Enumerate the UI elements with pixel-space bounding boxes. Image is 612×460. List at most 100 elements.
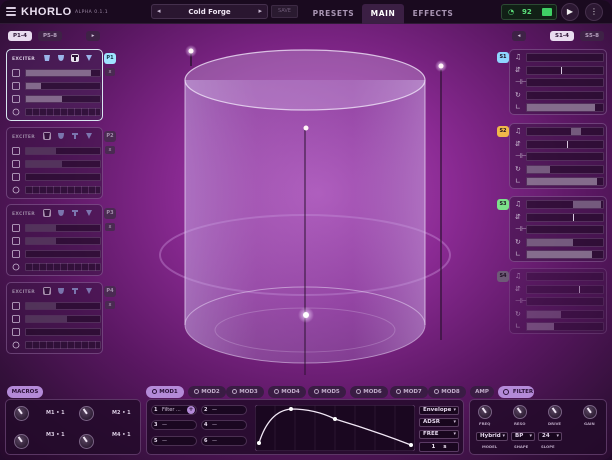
string-4-param-1[interactable] <box>526 272 604 281</box>
string-card-4[interactable]: ♫ ⇵ ⊣⊢ ↻ ∟ <box>509 268 607 334</box>
string-2-param-2[interactable] <box>526 139 604 149</box>
play-button[interactable]: ▶ <box>561 3 579 21</box>
hamburger-menu-icon[interactable] <box>6 7 16 16</box>
mod-tab-7[interactable]: MOD7 <box>390 386 428 398</box>
tab-main[interactable]: MAIN <box>362 4 404 24</box>
tab-s1-4[interactable]: S1-4 <box>550 31 574 41</box>
macro-2-knob[interactable] <box>79 406 94 421</box>
string-card-2[interactable]: ♫ ⇵ ⊣⊢ ↻ ∟ <box>509 123 607 189</box>
string-2-param-3[interactable] <box>526 152 604 161</box>
string-4-param-2[interactable] <box>526 284 604 294</box>
mod-target-slot-6[interactable]: 6— <box>201 436 247 446</box>
string-badge-2[interactable]: S2 <box>497 126 509 137</box>
partial-badge-2[interactable]: P2 <box>104 131 116 142</box>
partial-card-3[interactable]: EXCITER <box>6 204 103 276</box>
cone-shape-icon[interactable] <box>85 54 93 62</box>
bowl-shape-icon[interactable] <box>57 132 65 140</box>
string-1-param-3[interactable] <box>526 78 604 87</box>
mod-target-slot-3[interactable]: 3— <box>151 420 197 430</box>
string-badge-3[interactable]: S3 <box>497 199 509 210</box>
envelope-start-point[interactable] <box>257 441 261 445</box>
string-4-param-4[interactable] <box>526 309 604 319</box>
right-probe-handle[interactable] <box>438 63 444 69</box>
cone-shape-icon[interactable] <box>85 132 93 140</box>
string-2-param-5[interactable] <box>526 177 604 186</box>
filter-model-dropdown[interactable]: Hybrid <box>476 432 508 441</box>
mod-mode-dropdown[interactable]: FREE <box>419 430 459 439</box>
partial-card-1[interactable]: EXCITER <box>6 49 103 121</box>
partial-3-param-2-slider[interactable] <box>25 237 101 245</box>
string-2-param-4[interactable] <box>526 164 604 174</box>
more-options-button[interactable]: ⋮ <box>585 3 603 21</box>
mod-tab-5[interactable]: MOD5 <box>308 386 346 398</box>
bar-shape-icon[interactable] <box>71 287 79 295</box>
partial-2-param-3-slider[interactable] <box>25 173 101 181</box>
partial-1-param-3-slider[interactable] <box>25 95 101 103</box>
strings-prev-button[interactable]: ◂ <box>512 31 526 41</box>
partial-3-param-1-slider[interactable] <box>25 224 101 232</box>
tab-p5-8[interactable]: P5-8 <box>38 31 62 41</box>
string-badge-1[interactable]: S1 <box>497 52 509 63</box>
partial-badge-3[interactable]: P3 <box>104 208 116 219</box>
envelope-attack-point[interactable] <box>289 407 293 411</box>
macro-3-knob[interactable] <box>14 434 29 449</box>
preset-next-icon[interactable]: ▸ <box>258 7 262 15</box>
partial-4-param-3-slider[interactable] <box>25 328 101 336</box>
filter-freq-knob[interactable] <box>478 405 492 419</box>
string-badge-4[interactable]: S4 <box>497 271 509 282</box>
cone-shape-icon[interactable] <box>85 209 93 217</box>
partial-3-param-3-slider[interactable] <box>25 250 101 258</box>
macro-1-knob[interactable] <box>14 406 29 421</box>
string-card-3[interactable]: ♫ ⇵ ⊣⊢ ↻ ∟ <box>509 196 607 262</box>
mod-tab-3[interactable]: MOD3 <box>226 386 264 398</box>
macro-4-knob[interactable] <box>79 434 94 449</box>
string-3-param-3[interactable] <box>526 225 604 234</box>
cone-shape-icon[interactable] <box>85 287 93 295</box>
filter-gain-knob[interactable] <box>583 405 597 419</box>
mod-target-slot-5[interactable]: 5— <box>151 436 197 446</box>
bar-shape-icon[interactable] <box>71 54 79 62</box>
partial-2-step-sequence[interactable] <box>25 186 101 194</box>
left-probe-handle[interactable] <box>188 48 194 54</box>
partial-badge-4[interactable]: P4 <box>104 286 116 297</box>
tab-p1-4[interactable]: P1-4 <box>8 31 32 41</box>
tab-s5-8[interactable]: S5-8 <box>580 31 604 41</box>
partial-card-4[interactable]: EXCITER <box>6 282 103 354</box>
partial-4-param-1-slider[interactable] <box>25 302 101 310</box>
partial-1-param-2-slider[interactable] <box>25 82 101 90</box>
filter-reso-knob[interactable] <box>513 405 527 419</box>
string-1-param-5[interactable] <box>526 103 604 112</box>
partial-badge-1[interactable]: P1 <box>104 53 116 64</box>
string-1-param-4[interactable] <box>526 90 604 100</box>
partials-next-button[interactable]: ▸ <box>86 31 100 41</box>
mod-tab-8[interactable]: MOD8 <box>428 386 466 398</box>
string-1-param-2[interactable] <box>526 65 604 75</box>
string-3-param-2[interactable] <box>526 212 604 222</box>
mod-tab-6[interactable]: MOD6 <box>350 386 388 398</box>
strike-point-handle[interactable] <box>303 312 309 318</box>
mod-target-slot-2[interactable]: 2— <box>201 405 247 415</box>
filter-tab[interactable]: FILTER <box>498 386 534 398</box>
string-4-param-3[interactable] <box>526 297 604 306</box>
save-button[interactable]: SAVE <box>271 5 298 18</box>
string-4-param-5[interactable] <box>526 322 604 331</box>
bar-shape-icon[interactable] <box>71 132 79 140</box>
add-mod-target-button[interactable]: + <box>187 406 195 414</box>
preset-selector[interactable]: ◂ Cold Forge ▸ <box>151 4 268 19</box>
mod-tab-1[interactable]: MOD1 <box>146 386 184 398</box>
mod-target-slot-4[interactable]: 4— <box>201 420 247 430</box>
filter-shape-dropdown[interactable]: BP <box>511 432 535 441</box>
partial-1-close-icon[interactable]: x <box>105 68 115 76</box>
cylinder-shape-icon[interactable] <box>43 287 51 295</box>
partial-4-step-sequence[interactable] <box>25 341 101 349</box>
amp-tab[interactable]: AMP <box>470 386 494 398</box>
envelope-decay-point[interactable] <box>333 417 337 421</box>
partial-1-step-sequence[interactable] <box>25 108 101 116</box>
bowl-shape-icon[interactable] <box>57 209 65 217</box>
tab-presets[interactable]: PRESETS <box>305 4 362 24</box>
cylinder-shape-icon[interactable] <box>43 54 51 62</box>
mod-type-dropdown[interactable]: Envelope <box>419 406 459 415</box>
tab-effects[interactable]: EFFECTS <box>404 4 462 24</box>
bar-shape-icon[interactable] <box>71 209 79 217</box>
string-3-param-5[interactable] <box>526 250 604 259</box>
